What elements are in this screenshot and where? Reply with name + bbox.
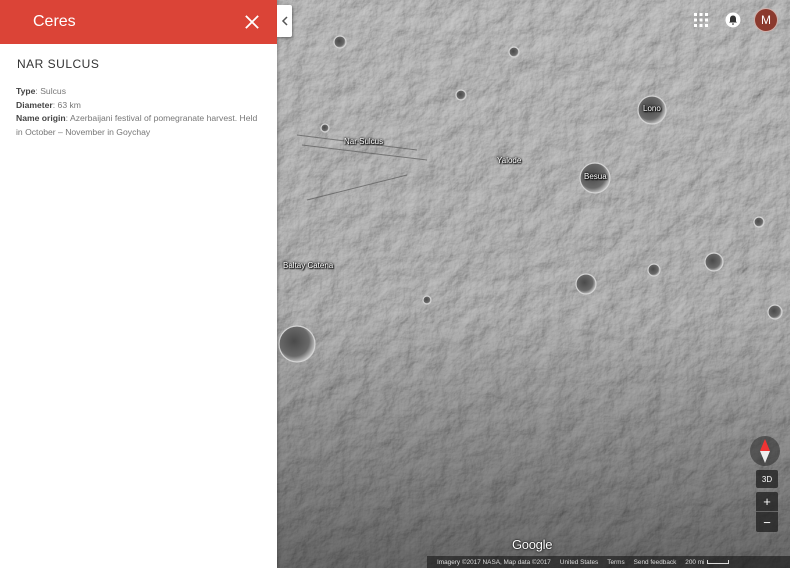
chevron-left-icon	[281, 16, 288, 26]
account-avatar[interactable]: M	[754, 8, 778, 32]
info-panel: Ceres NAR SULCUS Type: Sulcus Diameter: …	[0, 0, 277, 568]
map-footer: Imagery ©2017 NASA, Map data ©2017 Unite…	[427, 556, 790, 568]
send-feedback-link[interactable]: Send feedback	[634, 559, 677, 566]
close-icon[interactable]	[241, 11, 263, 33]
scale-bar	[707, 559, 730, 564]
crater-label-besua[interactable]: Besua	[584, 172, 607, 181]
google-logo: Google	[512, 537, 553, 552]
terms-link[interactable]: Terms	[607, 559, 624, 566]
zoom-in-button[interactable]: +	[756, 492, 778, 512]
top-right-controls: M	[690, 8, 778, 32]
crater-label-lono[interactable]: Lono	[643, 104, 661, 113]
crater-label-baltay-catena[interactable]: Baltay Catena	[283, 261, 333, 270]
toggle-3d-button[interactable]: 3D	[756, 470, 778, 488]
ceres-surface-image[interactable]	[277, 0, 790, 568]
property-diameter: Diameter: 63 km	[16, 99, 81, 110]
apps-grid-icon[interactable]	[690, 9, 712, 31]
notifications-icon[interactable]	[722, 9, 744, 31]
crater-label-nar-sulcus[interactable]: Nar Sulcus	[344, 137, 383, 146]
zoom-out-button[interactable]: −	[756, 512, 778, 532]
panel-header: Ceres	[0, 0, 277, 44]
panel-title: Ceres	[33, 13, 76, 30]
crater-label-yalode[interactable]: Yalode	[497, 156, 521, 165]
feature-properties: Type: Sulcus Diameter: 63 km Name origin…	[16, 85, 260, 139]
scale-indicator[interactable]: 200 mi	[685, 559, 730, 566]
compass-icon[interactable]	[750, 436, 780, 466]
imagery-attribution: Imagery ©2017 NASA, Map data ©2017	[437, 558, 551, 566]
zoom-controls: + −	[756, 492, 778, 532]
feature-name: NAR SULCUS	[17, 57, 100, 71]
region-link[interactable]: United States	[560, 559, 598, 566]
property-type: Type: Sulcus	[16, 86, 66, 96]
property-name-origin: Name origin: Azerbaijani festival of pom…	[16, 113, 258, 137]
map-view[interactable]: Lono Nar Sulcus Yalode Besua Baltay Cate…	[277, 0, 790, 568]
collapse-panel-button[interactable]	[277, 5, 292, 37]
